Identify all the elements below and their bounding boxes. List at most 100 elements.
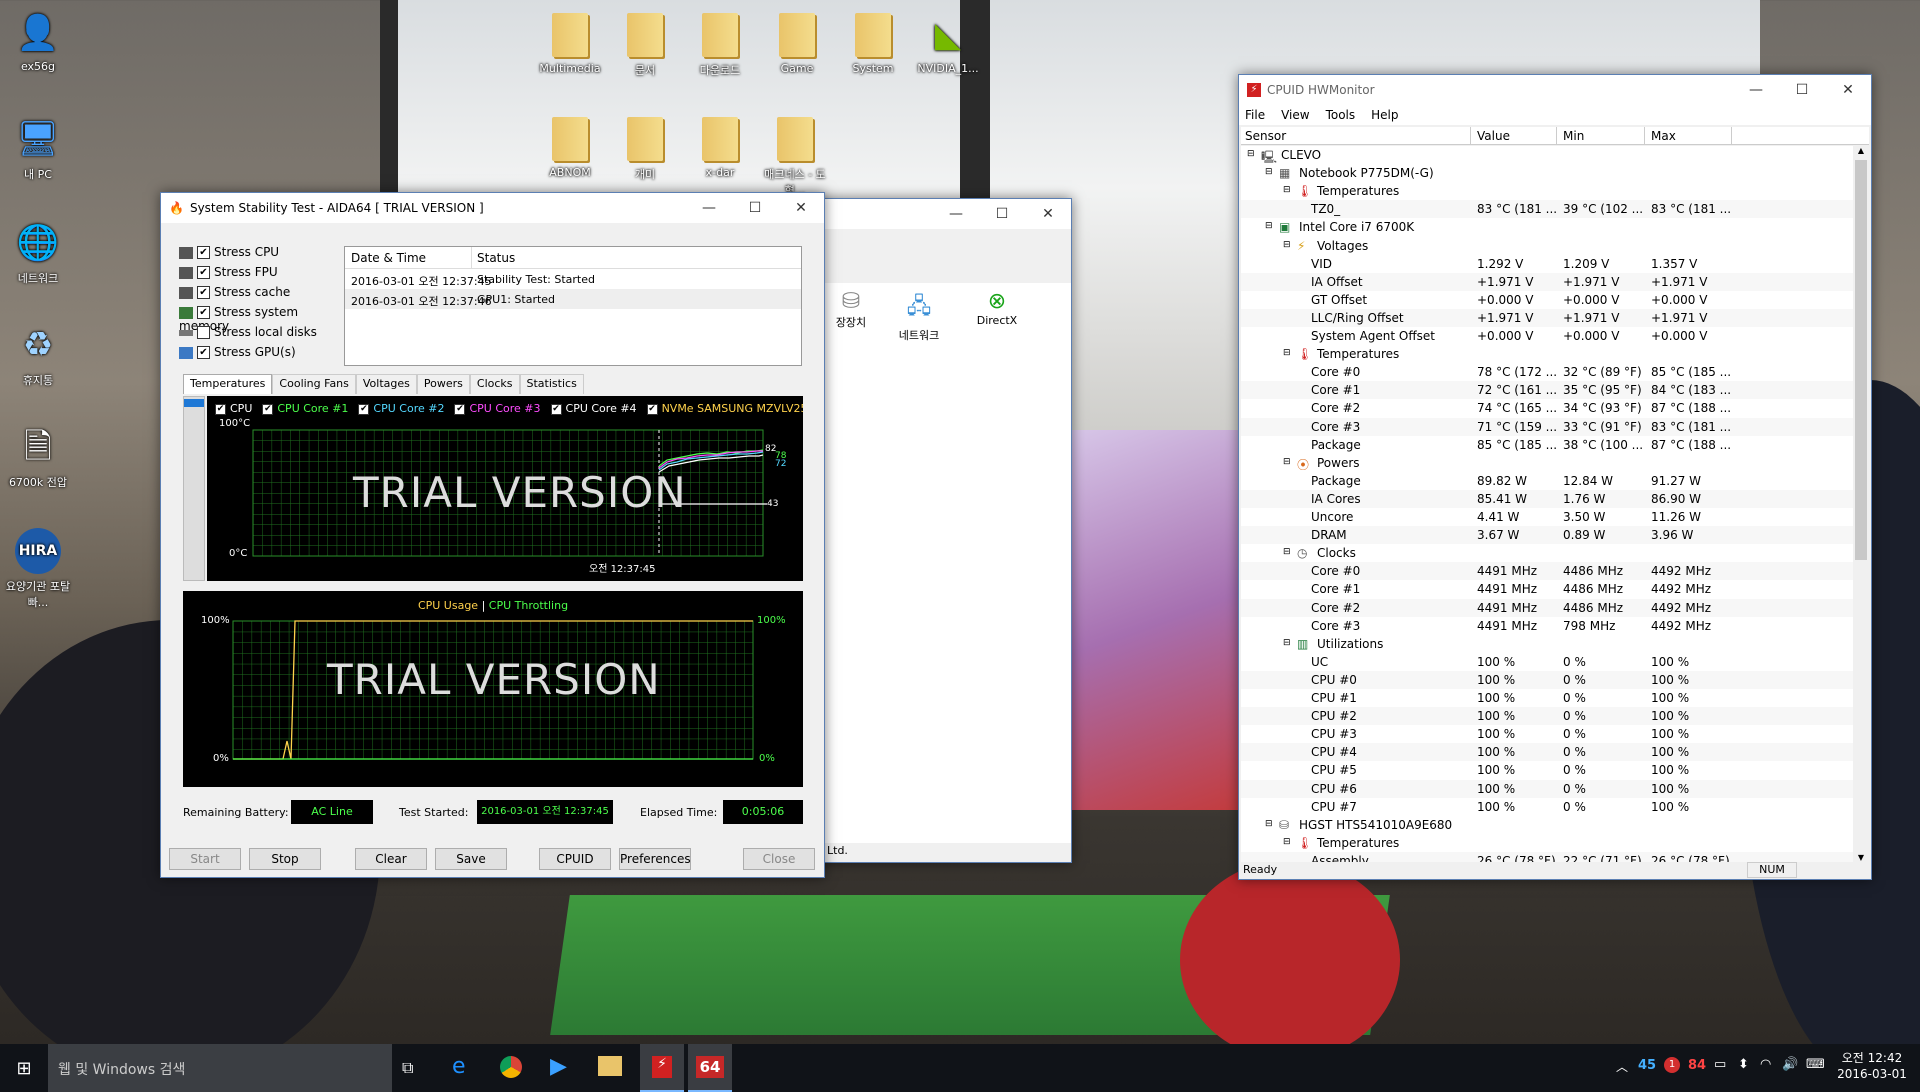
taskbar-aida64[interactable]: 64: [688, 1044, 732, 1092]
desktop-icon-documents[interactable]: 문서: [605, 12, 685, 78]
close-icon[interactable]: ✕: [1025, 206, 1071, 222]
show-hidden-icons[interactable]: ︿: [1616, 1058, 1628, 1075]
hwmonitor-window[interactable]: ⚡ CPUID HWMonitor — ☐ ✕ File View Tools …: [1238, 74, 1872, 880]
start-button[interactable]: Start: [169, 848, 241, 870]
sensor-row[interactable]: CPU #6 100 % 0 % 100 %: [1241, 779, 1853, 798]
tree-node[interactable]: ⊟ ⚡ Voltages: [1241, 237, 1853, 255]
log-row[interactable]: 2016-03-01 오전 12:37:46 GPU1: Started: [345, 289, 801, 309]
sensor-row[interactable]: Assembly 26 °C (78 °F) 22 °C (71 °F) 26 °C …: [1241, 851, 1853, 862]
scroll-down-icon[interactable]: ▼: [1853, 853, 1869, 862]
sensor-row[interactable]: TZ0_ 83 °C (181 ... 39 °C (102 ... 83 °C (1…: [1241, 200, 1853, 219]
sensor-row[interactable]: Core #2 74 °C (165 ... 34 °C (93 °F) 87 °C …: [1241, 399, 1853, 417]
maximize-icon[interactable]: ☐: [1779, 82, 1825, 98]
desktop-icon-multimedia[interactable]: Multimedia: [530, 12, 610, 75]
preferences-button[interactable]: Preferences: [619, 848, 691, 870]
desktop-icon-ant[interactable]: 개미: [605, 116, 685, 182]
tray-temp-gpu[interactable]: 45: [1638, 1058, 1656, 1073]
sensor-row[interactable]: Core #0 4491 MHz 4486 MHz 4492 MHz: [1241, 562, 1853, 581]
battery-icon[interactable]: ▭: [1714, 1057, 1726, 1072]
desktop-icon-downloads[interactable]: 다운로드: [680, 12, 760, 78]
sensor-row[interactable]: Core #3 4491 MHz 798 MHz 4492 MHz: [1241, 617, 1853, 635]
desktop-icon-user[interactable]: 👤 ex56g: [0, 10, 78, 73]
collapse-icon[interactable]: ⊟: [1265, 167, 1273, 177]
sensor-row[interactable]: CPU #5 100 % 0 % 100 %: [1241, 761, 1853, 779]
checkbox[interactable]: [197, 326, 210, 339]
collapse-icon[interactable]: ⊟: [1283, 547, 1291, 557]
desktop-icon-recycle-bin[interactable]: ♻ 휴지통: [0, 322, 78, 388]
sensor-row[interactable]: GT Offset +0.000 V +0.000 V +0.000 V: [1241, 291, 1853, 309]
sensor-row[interactable]: CPU #7 100 % 0 % 100 %: [1241, 798, 1853, 816]
tab-voltages[interactable]: Voltages: [355, 374, 417, 394]
minimize-icon[interactable]: —: [933, 206, 979, 222]
sensor-tree[interactable]: ⊟ 🖳 CLEVO ⊟ ▦ Notebook P775DM(-G) ⊟ 🌡 Temperatur…: [1241, 146, 1853, 862]
tab-powers[interactable]: Powers: [416, 374, 470, 394]
header-max[interactable]: Max: [1651, 129, 1676, 143]
maximize-icon[interactable]: ☐: [979, 206, 1025, 222]
sensor-row[interactable]: Uncore 4.41 W 3.50 W 11.26 W: [1241, 508, 1853, 526]
sensor-row[interactable]: CPU #0 100 % 0 % 100 %: [1241, 670, 1853, 689]
collapse-icon[interactable]: ⊟: [1265, 221, 1273, 231]
explorer-titlebar[interactable]: — ☐ ✕: [791, 199, 1071, 229]
cpuid-button[interactable]: CPUID: [539, 848, 611, 870]
explorer-window[interactable]: — ☐ ✕ ⛁ 장장치 🖧 네트워크 ⊗ DirectX Ltd.: [790, 198, 1072, 863]
taskbar-hwmonitor[interactable]: ⚡: [640, 1044, 684, 1092]
search-box[interactable]: 웹 및 Windows 검색: [48, 1044, 392, 1092]
tree-node[interactable]: ⊟ ◷ Clocks: [1241, 544, 1853, 562]
log-row[interactable]: 2016-03-01 오전 12:37:45 Stability Test: S…: [345, 269, 801, 289]
close-icon[interactable]: ✕: [1825, 82, 1871, 98]
stress-cpu[interactable]: ✔ Stress CPU: [179, 245, 329, 265]
collapse-icon[interactable]: ⊟: [1283, 638, 1291, 648]
task-view-icon[interactable]: ⧉: [402, 1058, 413, 1078]
tab-cooling-fans[interactable]: Cooling Fans: [272, 374, 356, 394]
menu-file[interactable]: File: [1245, 105, 1265, 125]
header-min[interactable]: Min: [1563, 129, 1584, 143]
clear-button[interactable]: Clear: [355, 848, 427, 870]
stress-gpu[interactable]: ✔ Stress GPU(s): [179, 345, 329, 365]
sensor-row[interactable]: VID 1.292 V 1.209 V 1.357 V: [1241, 255, 1853, 273]
minimize-icon[interactable]: —: [1733, 82, 1779, 98]
stress-cache[interactable]: ✔ Stress cache: [179, 285, 329, 305]
sensor-row[interactable]: Core #0 78 °C (172 ... 32 °C (89 °F) 85 °C …: [1241, 363, 1853, 381]
aida64-window[interactable]: 🔥 System Stability Test - AIDA64 [ TRIAL…: [160, 192, 825, 878]
desktop-icon-xdar[interactable]: x-dar: [680, 116, 760, 179]
explorer-item[interactable]: ⊗ DirectX: [967, 289, 1027, 327]
checkbox[interactable]: ✔: [197, 286, 210, 299]
desktop-icon-game[interactable]: Game: [757, 12, 837, 75]
sensor-row[interactable]: Package 85 °C (185 ... 38 °C (100 ... 87 °C…: [1241, 436, 1853, 454]
menu-view[interactable]: View: [1281, 105, 1309, 125]
close-icon[interactable]: ✕: [778, 200, 824, 216]
sensor-row[interactable]: IA Offset +1.971 V +1.971 V +1.971 V: [1241, 272, 1853, 291]
tree-node[interactable]: ⊟ 🖳 CLEVO: [1241, 146, 1853, 164]
sensor-row[interactable]: DRAM 3.67 W 0.89 W 3.96 W: [1241, 526, 1853, 545]
status-log[interactable]: Date & Time Status 2016-03-01 오전 12:37:4…: [344, 246, 802, 366]
tree-node[interactable]: ⊟ 🌡 Temperatures: [1241, 182, 1853, 200]
sensor-row[interactable]: Core #1 72 °C (161 ... 35 °C (95 °F) 84 °C …: [1241, 381, 1853, 400]
sensor-row[interactable]: CPU #4 100 % 0 % 100 %: [1241, 743, 1853, 762]
explorer-item[interactable]: ⛁ 장장치: [821, 289, 881, 330]
stress-memory[interactable]: ✔Stress system memory: [179, 305, 329, 333]
checkbox[interactable]: ✔: [197, 346, 210, 359]
tree-node[interactable]: ⊟ ▣ Intel Core i7 6700K: [1241, 218, 1853, 236]
edge-icon[interactable]: e: [452, 1054, 466, 1079]
desktop-icon-this-pc[interactable]: 🖥 내 PC: [0, 116, 78, 182]
scrollbar-thumb[interactable]: [184, 399, 204, 407]
tree-node[interactable]: ⊟ 🌡 Temperatures: [1241, 345, 1853, 363]
tree-node[interactable]: ⊟ ⦿ Powers: [1241, 454, 1853, 472]
collapse-icon[interactable]: ⊟: [1283, 240, 1291, 250]
sensor-row[interactable]: CPU #3 100 % 0 % 100 %: [1241, 725, 1853, 743]
menu-help[interactable]: Help: [1371, 105, 1398, 125]
start-button[interactable]: ⊞: [0, 1044, 48, 1092]
tree-node[interactable]: ⊟ ▦ Notebook P775DM(-G): [1241, 164, 1853, 182]
checkbox[interactable]: ✔: [197, 306, 210, 319]
desktop-icon-nvidia[interactable]: ◣ NVIDIA_1...: [908, 12, 988, 75]
explorer-item[interactable]: 🖧 네트워크: [889, 289, 949, 343]
sensor-row[interactable]: System Agent Offset +0.000 V +0.000 V +0.00…: [1241, 327, 1853, 345]
tree-node[interactable]: ⊟ 🌡 Temperatures: [1241, 834, 1853, 852]
desktop-icon-hira[interactable]: HIRA 요양기관 포탈 빠...: [0, 528, 78, 610]
sensor-row[interactable]: CPU #1 100 % 0 % 100 %: [1241, 689, 1853, 707]
hwmonitor-titlebar[interactable]: ⚡ CPUID HWMonitor — ☐ ✕: [1239, 75, 1871, 105]
desktop-icon-text-file[interactable]: 🗎 6700k 전압: [0, 424, 78, 490]
sensor-row[interactable]: UC 100 % 0 % 100 %: [1241, 653, 1853, 671]
save-button[interactable]: Save: [435, 848, 507, 870]
desktop-icon-abnom[interactable]: ABNOM: [530, 116, 610, 179]
